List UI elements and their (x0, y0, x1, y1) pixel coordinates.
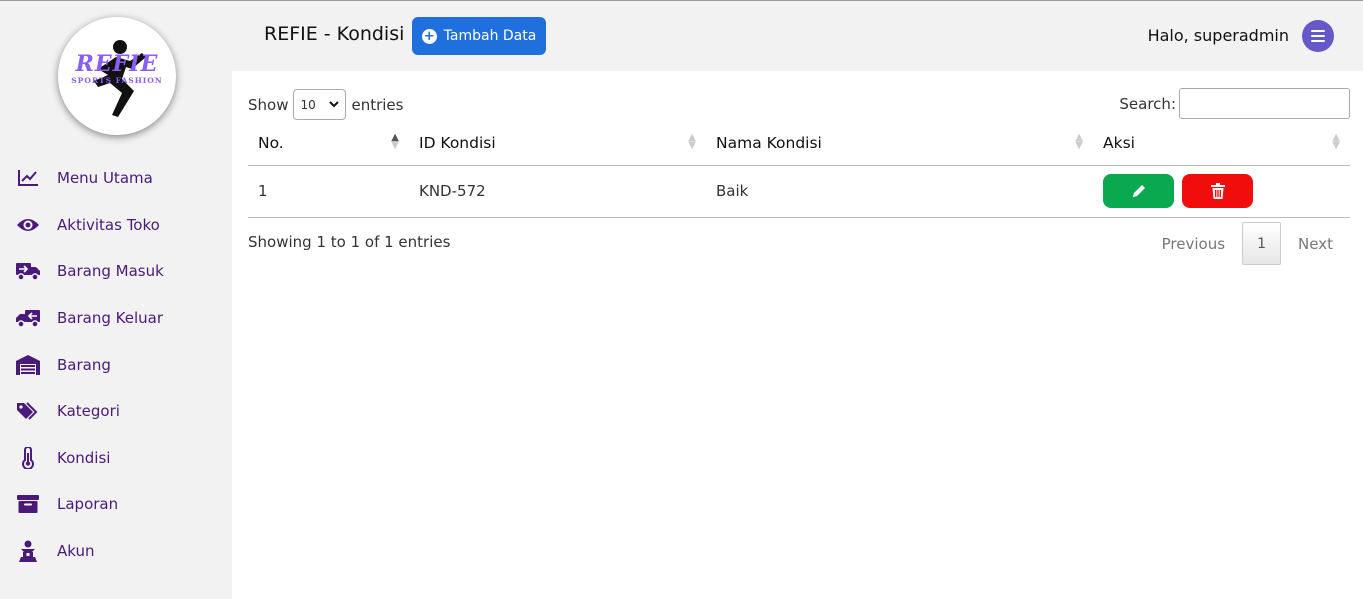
column-header-nama-kondisi[interactable]: Nama Kondisi ▲ ▼ (706, 122, 1093, 166)
pagination: Previous 1 Next (1145, 222, 1350, 265)
sidebar-item-label: Akun (57, 542, 95, 561)
cell-id-kondisi: KND-572 (409, 165, 706, 218)
pencil-icon (1132, 185, 1145, 197)
sidebar-item-label: Aktivitas Toko (57, 215, 160, 234)
column-header-label: ID Kondisi (419, 134, 496, 153)
table-info: Showing 1 to 1 of 1 entries (248, 233, 451, 251)
edit-button[interactable] (1103, 174, 1174, 208)
sort-asc-icon: ▲ ▼ (391, 132, 399, 151)
chevron-down-icon (329, 101, 340, 108)
sidebar-item-label: Menu Utama (57, 169, 153, 188)
sidebar: REFIE SPORTS FASHION Menu Utama Aktivita… (0, 1, 232, 599)
hamburger-icon-line (1311, 40, 1325, 42)
logo[interactable]: REFIE SPORTS FASHION (58, 17, 176, 135)
entries-value: 10 (300, 97, 316, 112)
truck-arrow-in-icon (16, 259, 40, 283)
pagination-page-1[interactable]: 1 (1242, 222, 1282, 265)
search-input[interactable] (1179, 88, 1350, 119)
sidebar-item-menu-utama[interactable]: Menu Utama (0, 155, 232, 202)
column-header-label: No. (258, 134, 284, 153)
search-label: Search: (1119, 94, 1176, 113)
sidebar-item-barang-masuk[interactable]: Barang Masuk (0, 248, 232, 295)
row-actions (1103, 174, 1350, 208)
hamburger-icon-line (1311, 35, 1325, 37)
column-header-no[interactable]: No. ▲ ▼ (248, 122, 409, 166)
entries-select[interactable]: 10 (293, 89, 347, 120)
sidebar-item-barang-keluar[interactable]: Barang Keluar (0, 295, 232, 342)
plus-circle-icon: + (421, 28, 437, 44)
sidebar-item-laporan[interactable]: Laporan (0, 481, 232, 528)
data-table: No. ▲ ▼ ID Kondisi ▲ ▼ Nama Kondisi ▲ ▼ Aks… (248, 122, 1350, 218)
sidebar-item-barang[interactable]: Barang (0, 341, 232, 388)
table-row: 1 KND-572 Baik (248, 165, 1350, 218)
column-header-aksi[interactable]: Aksi ▲ ▼ (1093, 122, 1350, 166)
warehouse-icon (16, 353, 40, 377)
sidebar-item-kategori[interactable]: Kategori (0, 388, 232, 435)
add-data-label: Tambah Data (443, 28, 537, 44)
truck-arrow-out-icon (16, 306, 40, 330)
search-control: Search: (1119, 88, 1350, 119)
cell-aksi (1093, 165, 1350, 218)
sidebar-item-label: Kondisi (57, 448, 111, 467)
sidebar-item-kondisi[interactable]: Kondisi (0, 435, 232, 482)
user-group-icon (16, 539, 40, 563)
delete-button[interactable] (1182, 174, 1253, 208)
logo-text: REFIE (75, 51, 159, 77)
user-greeting: Halo, superadmin (1147, 26, 1289, 45)
cell-no: 1 (248, 165, 409, 218)
sidebar-item-label: Kategori (57, 402, 120, 421)
sidebar-item-label: Barang Keluar (57, 309, 163, 328)
content-panel: Show 10 entries Search: No. ▲ ▼ ID Kondis… (232, 71, 1363, 599)
header: REFIE - Kondisi + Tambah Data Halo, supe… (232, 1, 1363, 71)
column-header-id-kondisi[interactable]: ID Kondisi ▲ ▼ (409, 122, 706, 166)
add-data-button[interactable]: + Tambah Data (412, 17, 546, 55)
pagination-previous[interactable]: Previous (1145, 235, 1242, 253)
sort-icon: ▲ ▼ (1332, 132, 1340, 151)
sidebar-item-label: Barang (57, 355, 111, 374)
tags-icon (16, 399, 40, 423)
column-header-label: Nama Kondisi (716, 134, 822, 153)
logo-subtext: SPORTS FASHION (71, 76, 163, 85)
sort-icon: ▲ ▼ (688, 132, 696, 151)
sidebar-item-label: Barang Masuk (57, 262, 164, 281)
entries-length-control: Show 10 entries (248, 89, 403, 120)
column-header-label: Aksi (1103, 134, 1135, 153)
sidebar-nav: Menu Utama Aktivitas Toko Barang Masuk B… (0, 155, 232, 574)
trash-icon (1210, 183, 1225, 199)
hamburger-menu-button[interactable] (1302, 20, 1334, 52)
cell-nama-kondisi: Baik (706, 165, 1093, 218)
sidebar-item-label: Laporan (57, 495, 119, 514)
table-header-row: No. ▲ ▼ ID Kondisi ▲ ▼ Nama Kondisi ▲ ▼ Aks… (248, 122, 1350, 166)
archive-icon (16, 492, 40, 516)
page-title: REFIE - Kondisi (264, 23, 405, 45)
show-label: Show (248, 95, 289, 114)
sort-icon: ▲ ▼ (1075, 132, 1083, 151)
hamburger-icon (1311, 30, 1325, 32)
thermometer-icon (16, 446, 40, 470)
sidebar-item-aktivitas-toko[interactable]: Aktivitas Toko (0, 202, 232, 249)
entries-label: entries (351, 95, 404, 114)
pagination-next[interactable]: Next (1281, 235, 1350, 253)
chart-line-icon (16, 166, 40, 190)
sidebar-item-akun[interactable]: Akun (0, 528, 232, 575)
eye-icon (16, 213, 40, 237)
